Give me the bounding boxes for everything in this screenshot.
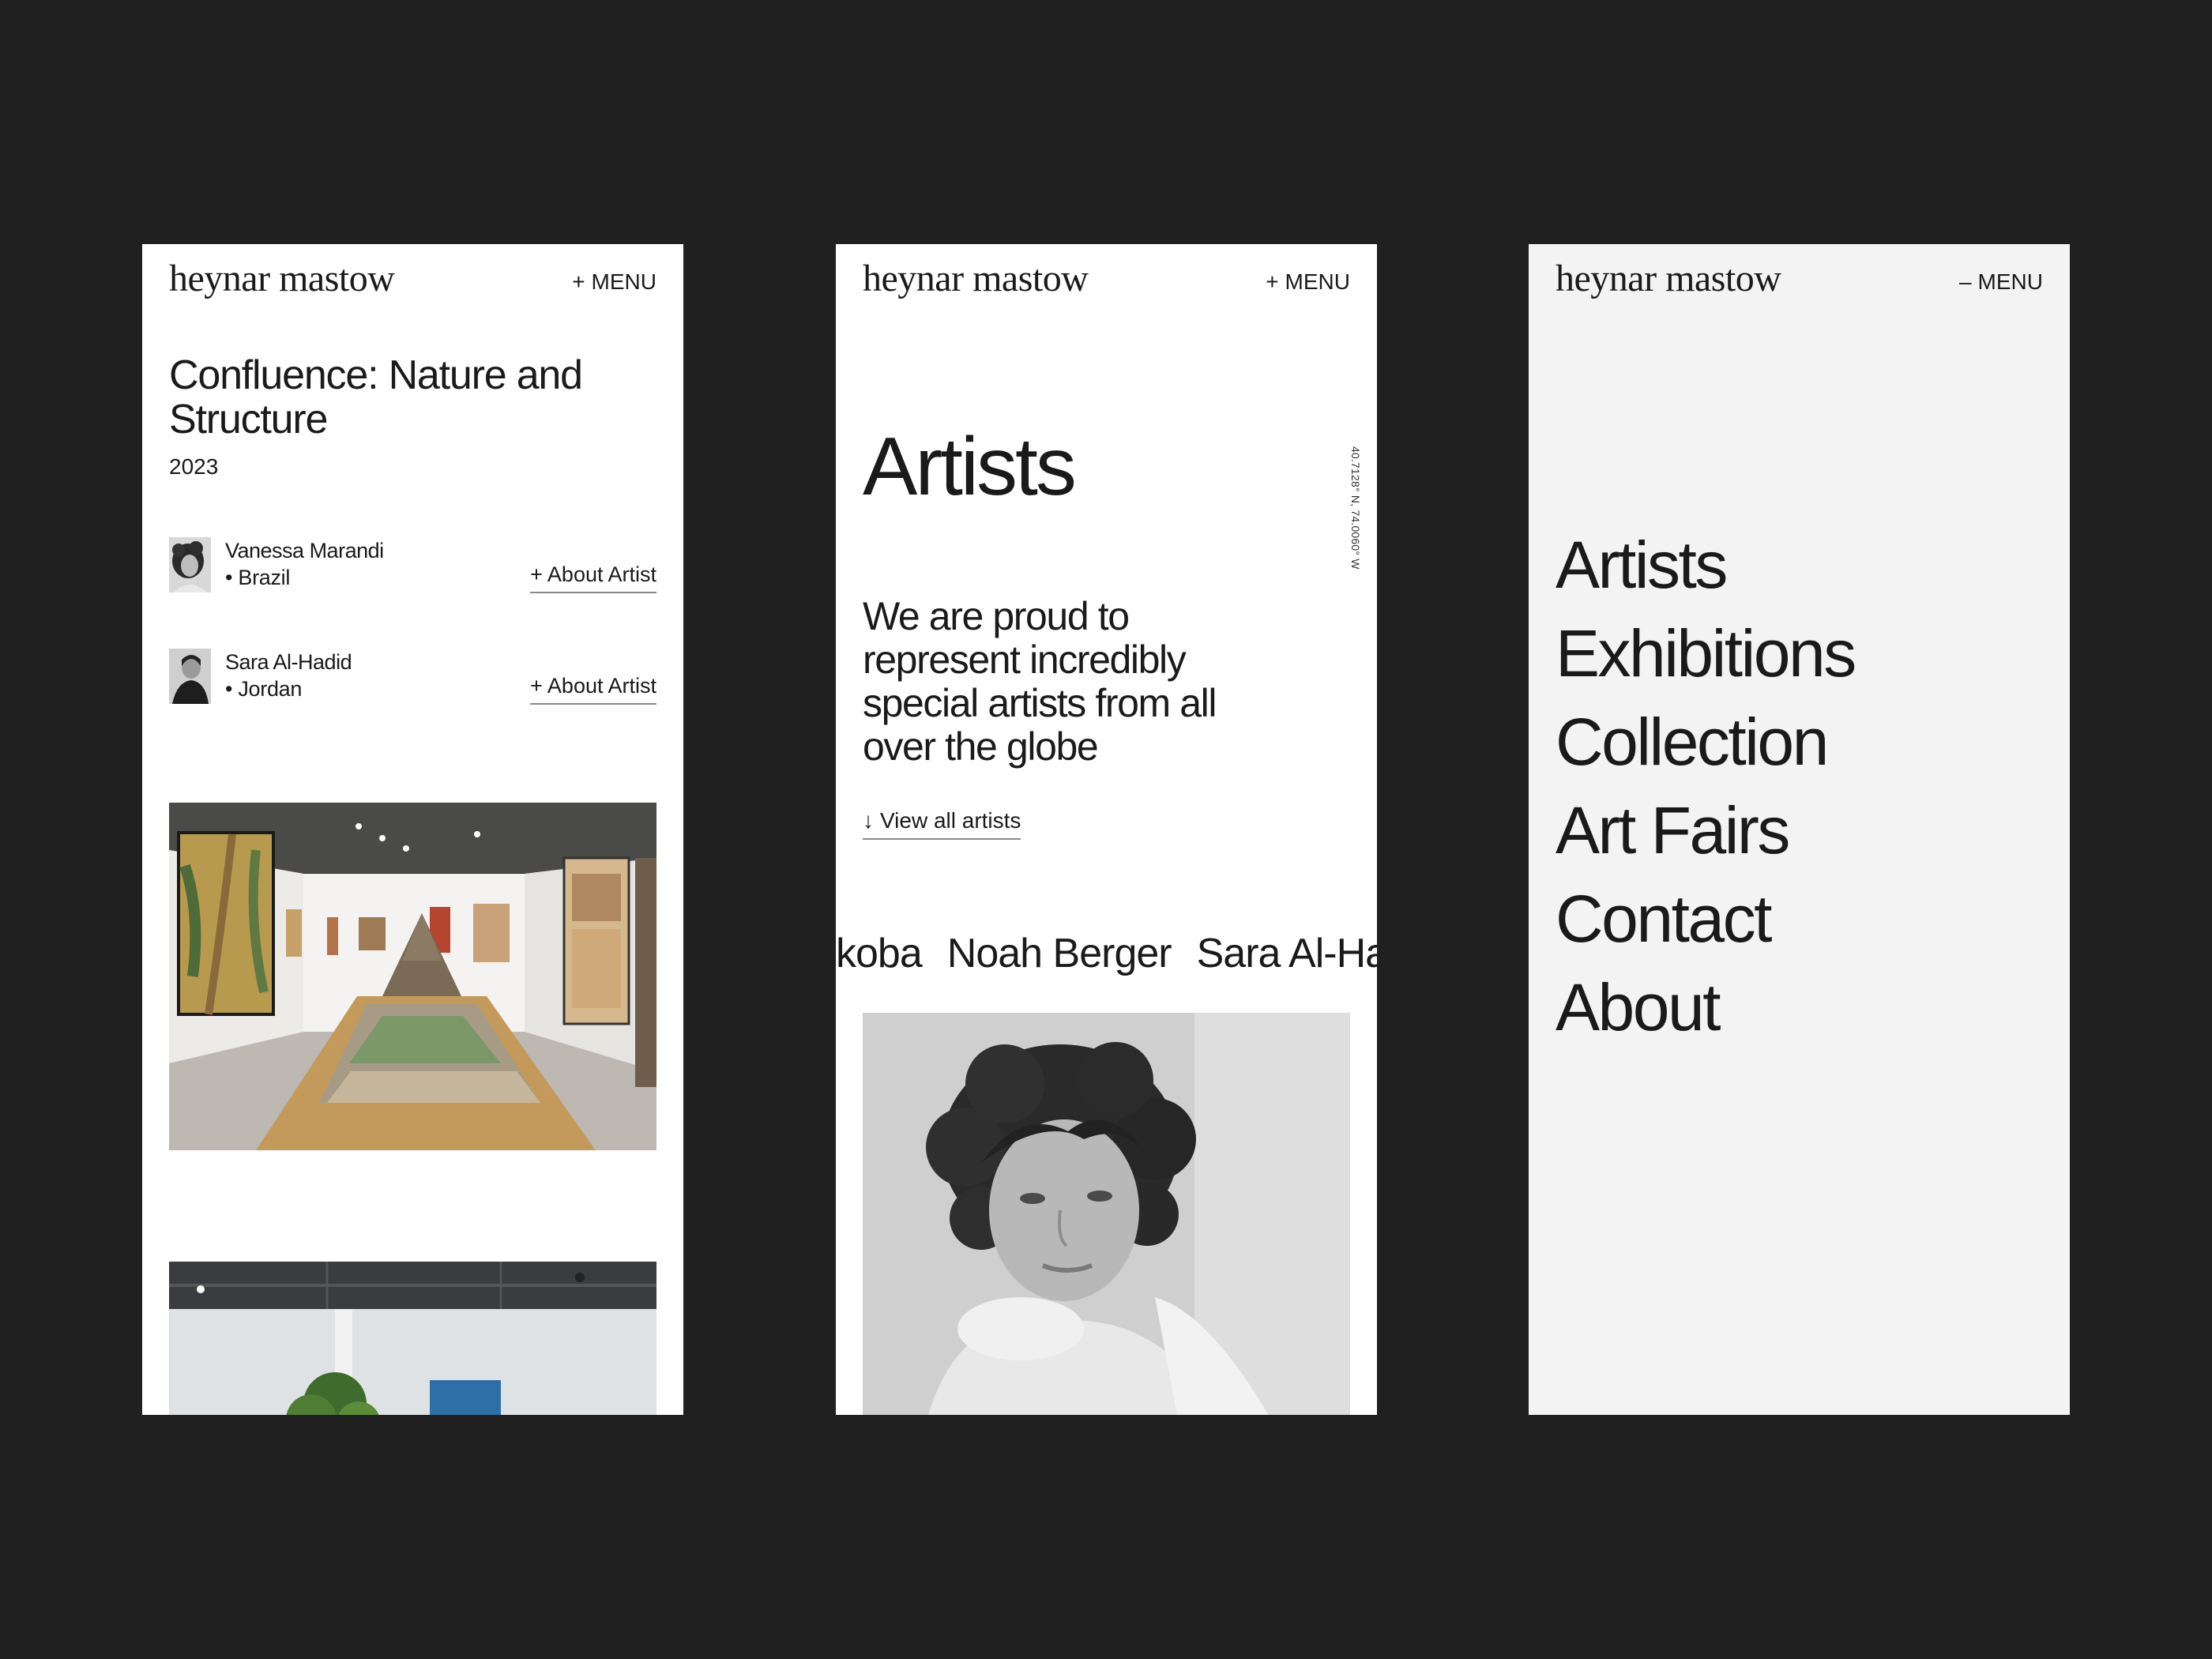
artist-row: Vanessa Marandi • Brazil + About Artist — [169, 537, 656, 594]
close-menu-button[interactable]: – MENU — [1959, 269, 2043, 295]
brand-logo[interactable]: heynar mastow — [1556, 257, 1781, 300]
gallery-photo — [169, 1262, 656, 1415]
arrow-down-icon: ↓ — [863, 808, 874, 833]
page-title: Artists — [863, 421, 1077, 513]
exhibition-screen: heynar mastow + MENU Confluence: Nature a… — [142, 244, 683, 1415]
menu-label: MENU — [591, 269, 656, 294]
minus-icon: – — [1958, 269, 1972, 294]
artists-screen: heynar mastow + MENU Artists 40.7128° N, … — [836, 244, 1377, 1415]
artist-avatar — [169, 649, 211, 704]
menu-toggle-button[interactable]: + MENU — [572, 269, 656, 295]
ticker-artist-name[interactable]: Noah Berger — [947, 930, 1172, 977]
plus-icon: + — [1266, 269, 1279, 294]
nav-item-contact[interactable]: Contact — [1556, 875, 1855, 963]
artist-country: • Jordan — [225, 677, 303, 701]
view-all-artists-link[interactable]: ↓ View all artists — [863, 808, 1021, 840]
main-navigation: Artists Exhibitions Collection Art Fairs… — [1556, 521, 1856, 1051]
plus-icon: + — [572, 269, 585, 294]
ticker-artist-name[interactable]: koba — [836, 930, 923, 977]
brand-logo[interactable]: heynar mastow — [863, 257, 1089, 300]
nav-item-about[interactable]: About — [1556, 963, 1855, 1051]
nav-item-art-fairs[interactable]: Art Fairs — [1556, 786, 1855, 875]
about-artist-link[interactable]: + About Artist — [530, 674, 656, 705]
menu-toggle-button[interactable]: + MENU — [1266, 269, 1350, 295]
menu-label: MENU — [1285, 269, 1350, 294]
artist-name: Vanessa Marandi — [225, 539, 384, 562]
menu-screen: heynar mastow – MENU Artists Exhibitions … — [1529, 244, 2070, 1415]
about-artist-link[interactable]: + About Artist — [530, 562, 656, 593]
ticker-artist-name[interactable]: Sara Al-Ha — [1197, 930, 1377, 977]
nav-item-artists[interactable]: Artists — [1556, 521, 1855, 609]
artist-country: • Brazil — [225, 566, 291, 589]
artist-row: Sara Al-Hadid • Jordan + About Artist — [169, 649, 656, 705]
view-all-label: View all artists — [880, 808, 1021, 833]
intro-text: We are proud to represent incredibly spe… — [863, 594, 1217, 769]
artist-name: Sara Al-Hadid — [225, 650, 352, 674]
artist-name-ticker: koba Noah Berger Sara Al-Ha — [836, 930, 1377, 977]
gallery-photo — [169, 803, 656, 1150]
exhibition-title: Confluence: Nature and Structure — [169, 352, 583, 442]
coordinates-label: 40.7128° N, 74.0060° W — [1349, 446, 1362, 570]
nav-item-collection[interactable]: Collection — [1556, 698, 1855, 786]
artist-portrait[interactable] — [863, 1013, 1350, 1415]
nav-item-exhibitions[interactable]: Exhibitions — [1556, 609, 1856, 698]
menu-label: MENU — [1977, 269, 2043, 294]
artist-avatar — [169, 537, 211, 592]
exhibition-year: 2023 — [169, 454, 219, 479]
brand-logo[interactable]: heynar mastow — [169, 257, 395, 300]
